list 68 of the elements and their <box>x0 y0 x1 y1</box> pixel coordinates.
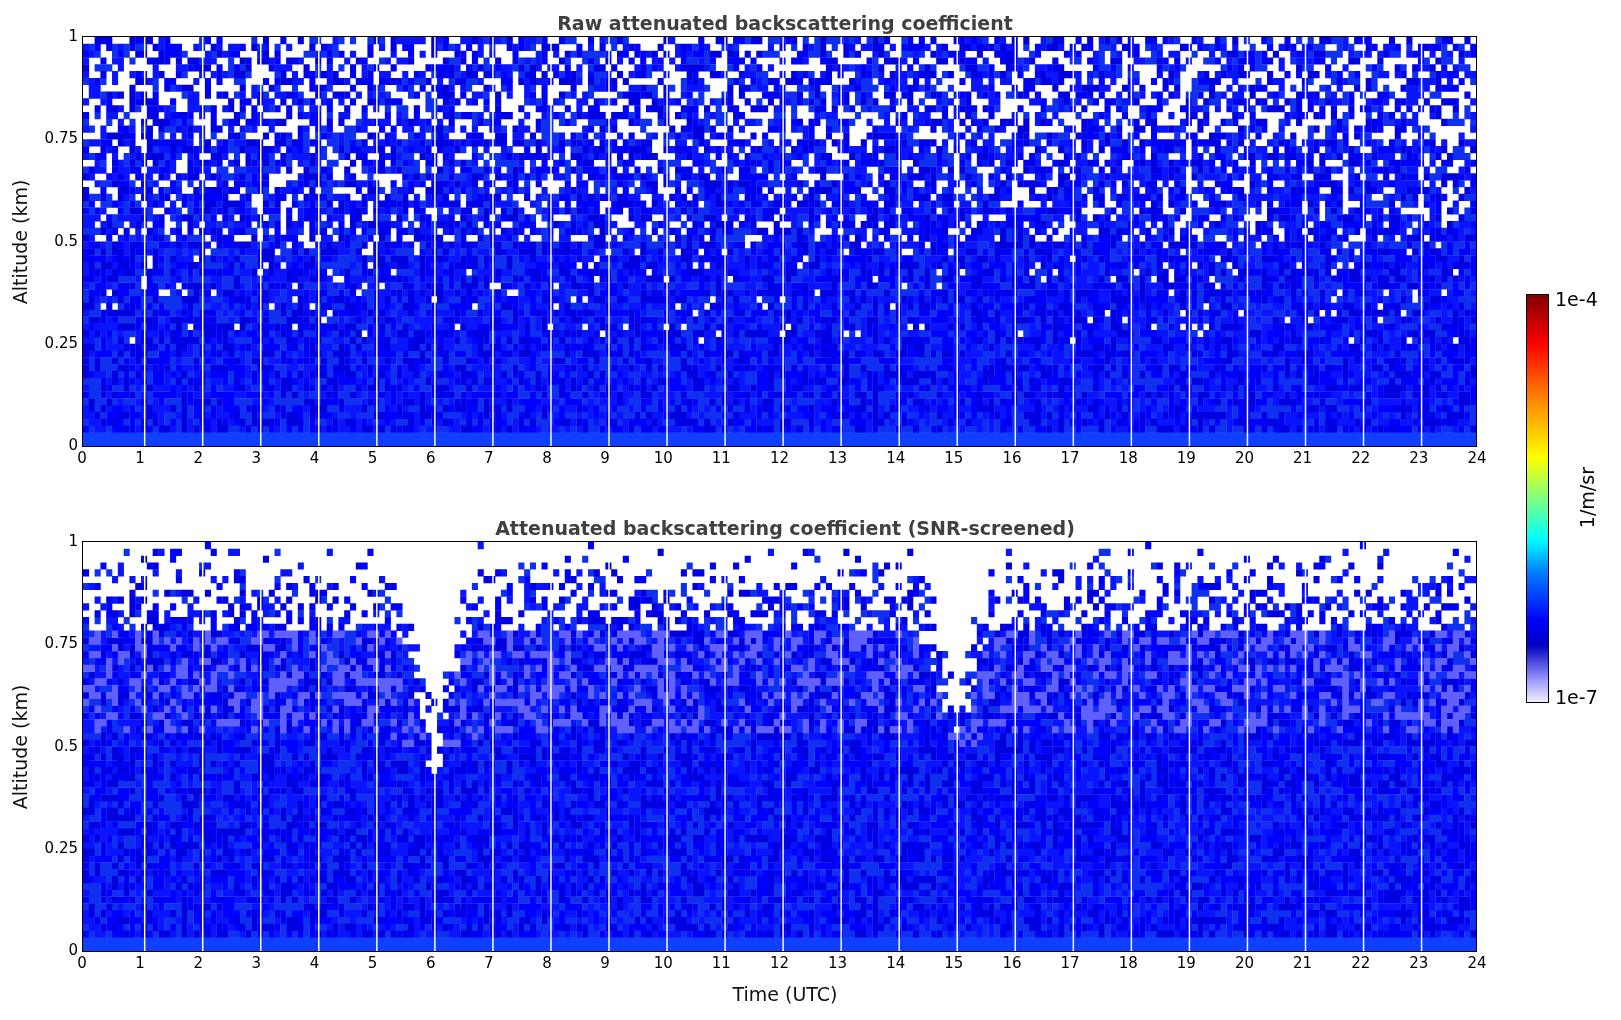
tick-label: 16 <box>1002 954 1022 972</box>
colorbar-unit: 1/m/sr <box>1575 467 1598 529</box>
tick-label: 14 <box>886 449 906 467</box>
tick-label: 11 <box>711 449 731 467</box>
axis-label: Altitude (km) <box>9 684 31 809</box>
tick-label: 3 <box>251 954 262 972</box>
tick-label: 1 <box>68 27 78 45</box>
tick-label: 0 <box>77 449 87 467</box>
tick-label: 10 <box>653 449 673 467</box>
tick-label: 19 <box>1176 449 1196 467</box>
tick-label: 23 <box>1409 954 1429 972</box>
tick-label: 1 <box>135 449 145 467</box>
tick-label: 21 <box>1293 449 1313 467</box>
colorbar-label: 1e-4 <box>1555 288 1598 310</box>
tick-label: 5 <box>367 954 378 972</box>
tick-label: 22 <box>1351 449 1371 467</box>
tick-label: 9 <box>600 449 610 467</box>
tick-label: 13 <box>828 449 848 467</box>
tick-label: 11 <box>711 954 731 972</box>
tick-label: 24 <box>1467 954 1487 972</box>
tick-label: 1 <box>135 954 145 972</box>
tick-label: 6 <box>426 954 436 972</box>
tick-label: 19 <box>1176 954 1196 972</box>
tick-label: 4 <box>309 449 320 467</box>
tick-label: 22 <box>1351 954 1371 972</box>
tick-label: 21 <box>1293 954 1313 972</box>
colorbar-label: 1e-7 <box>1555 686 1598 708</box>
tick-label: 12 <box>769 954 790 972</box>
tick-label: 1 <box>68 532 78 550</box>
tick-label: 2 <box>193 449 203 467</box>
tick-label: 16 <box>1002 449 1022 467</box>
tick-label: 0 <box>68 941 78 959</box>
tick-label: 9 <box>600 954 610 972</box>
chart-title: Raw attenuated backscattering coefficient <box>557 12 1013 34</box>
tick-label: 5 <box>367 449 378 467</box>
tick-label: 15 <box>944 449 964 467</box>
tick-label: 18 <box>1118 449 1138 467</box>
tick-label: 20 <box>1234 954 1255 972</box>
tick-label: 0.75 <box>44 129 78 148</box>
tick-label: 17 <box>1060 954 1080 972</box>
tick-label: 13 <box>828 954 848 972</box>
axis-label: Altitude (km) <box>9 179 31 304</box>
tick-label: 24 <box>1467 449 1487 467</box>
tick-label: 7 <box>484 449 494 467</box>
tick-label: 15 <box>944 954 964 972</box>
tick-label: 0.25 <box>44 333 78 352</box>
tick-label: 18 <box>1118 954 1138 972</box>
tick-label: 2 <box>193 954 203 972</box>
tick-label: 4 <box>309 954 320 972</box>
tick-label: 10 <box>653 954 673 972</box>
tick-label: 0 <box>77 954 87 972</box>
tick-label: 0.5 <box>54 736 78 755</box>
tick-label: 0.5 <box>54 231 78 250</box>
tick-label: 17 <box>1060 449 1080 467</box>
tick-label: 23 <box>1409 449 1429 467</box>
tick-label: 20 <box>1234 449 1255 467</box>
tick-label: 0 <box>68 436 78 454</box>
tick-label: 3 <box>251 449 262 467</box>
tick-label: 12 <box>769 449 790 467</box>
tick-label: 8 <box>542 449 552 467</box>
axis-label: Time (UTC) <box>732 983 838 1005</box>
tick-label: 0.25 <box>44 838 78 857</box>
tick-label: 8 <box>542 954 552 972</box>
tick-label: 0.75 <box>44 634 78 653</box>
tick-label: 7 <box>484 954 494 972</box>
chart-title: Attenuated backscattering coefficient (SNR-screened) <box>495 517 1075 539</box>
tick-label: 14 <box>886 954 906 972</box>
tick-label: 6 <box>426 449 436 467</box>
